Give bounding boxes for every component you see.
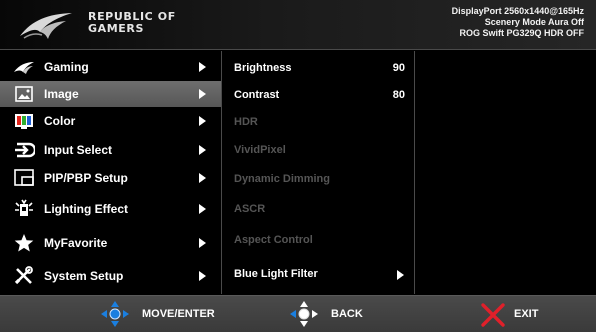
input-icon [15,142,35,158]
menu-item-gaming[interactable]: Gaming [0,54,221,80]
status-mode: Scenery Mode Aura Off [484,17,584,27]
menu-item-image[interactable]: Image [0,81,221,107]
lighting-icon [15,199,33,216]
menu-item-pip-pbp-setup[interactable]: PIP/PBP Setup [0,165,221,191]
wrench-icon [14,266,33,285]
status-model: ROG Swift PG329Q HDR OFF [459,28,584,38]
rog-eye-icon [14,62,34,74]
move-enter-hint[interactable]: MOVE/ENTER [100,296,240,332]
joystick-left-icon [290,301,318,327]
pip-icon [14,169,34,186]
back-label: BACK [331,308,363,320]
chevron-right-icon [199,204,206,214]
menu-item-label: Input Select [44,143,113,157]
submenu-item-contrast[interactable]: Contrast 80 [222,83,415,109]
submenu-item-ascr: ASCR [222,197,415,223]
joystick-all-directions-icon [101,301,129,327]
brightness-value: 90 [392,62,405,74]
chevron-right-icon [397,270,404,280]
chevron-right-icon [199,271,206,281]
brand-text: REPUBLIC OF GAMERS [88,11,208,35]
osd-menu: Gaming Image Color Input Select PIP/PBP … [0,51,596,294]
menu-item-label: Gaming [44,60,89,74]
status-input: DisplayPort 2560x1440@165Hz [451,6,584,16]
menu-item-label: Image [44,87,79,101]
submenu-item-label: Blue Light Filter [234,268,318,280]
star-icon [14,234,34,252]
back-hint[interactable]: BACK [289,296,379,332]
exit-hint[interactable]: EXIT [480,296,560,332]
submenu-item-hdr: HDR [222,110,415,136]
brand-line2: GAMERS [88,22,144,35]
chevron-right-icon [199,116,206,126]
move-enter-label: MOVE/ENTER [142,308,215,320]
menu-item-input-select[interactable]: Input Select [0,137,221,163]
menu-item-label: PIP/PBP Setup [44,171,128,185]
submenu-item-label: Contrast [234,89,280,101]
chevron-right-icon [199,145,206,155]
menu-item-label: Lighting Effect [44,202,128,216]
contrast-value: 80 [392,89,405,101]
close-icon [481,303,505,327]
submenu-item-label: VividPixel [234,144,286,156]
menu-item-lighting-effect[interactable]: Lighting Effect [0,196,221,222]
chevron-right-icon [199,238,206,248]
submenu-item-label: Aspect Control [234,234,313,246]
submenu-item-label: ASCR [234,203,266,215]
status-info: DisplayPort 2560x1440@165Hz Scenery Mode… [452,6,584,39]
main-menu: Gaming Image Color Input Select PIP/PBP … [0,51,222,294]
submenu-item-label: Dynamic Dimming [234,173,330,185]
osd-footer: MOVE/ENTER BACK EXIT [0,295,596,332]
detail-pane [415,51,596,294]
submenu-item-vividpixel: VividPixel [222,138,415,164]
submenu-item-label: Brightness [234,62,292,74]
chevron-right-icon [199,89,206,99]
rog-logo-icon [20,13,72,39]
menu-item-label: Color [44,114,76,128]
menu-item-system-setup[interactable]: System Setup [0,263,221,289]
submenu: Brightness 90 Contrast 80 HDR VividPixel… [222,51,415,294]
image-icon [15,86,33,102]
menu-item-label: MyFavorite [44,236,108,250]
chevron-right-icon [199,173,206,183]
menu-item-myfavorite[interactable]: MyFavorite [0,230,221,256]
menu-item-label: System Setup [44,269,124,283]
submenu-item-blue-light-filter[interactable]: Blue Light Filter [222,262,415,288]
submenu-item-label: HDR [234,116,258,128]
chevron-right-icon [199,62,206,72]
exit-label: EXIT [514,308,539,320]
submenu-item-dynamic-dimming: Dynamic Dimming [222,167,415,193]
submenu-item-aspect-control: Aspect Control [222,228,415,254]
osd-header: REPUBLIC OF GAMERS DisplayPort 2560x1440… [0,0,596,50]
color-icon [15,114,33,129]
menu-item-color[interactable]: Color [0,108,221,134]
submenu-item-brightness[interactable]: Brightness 90 [222,56,415,82]
